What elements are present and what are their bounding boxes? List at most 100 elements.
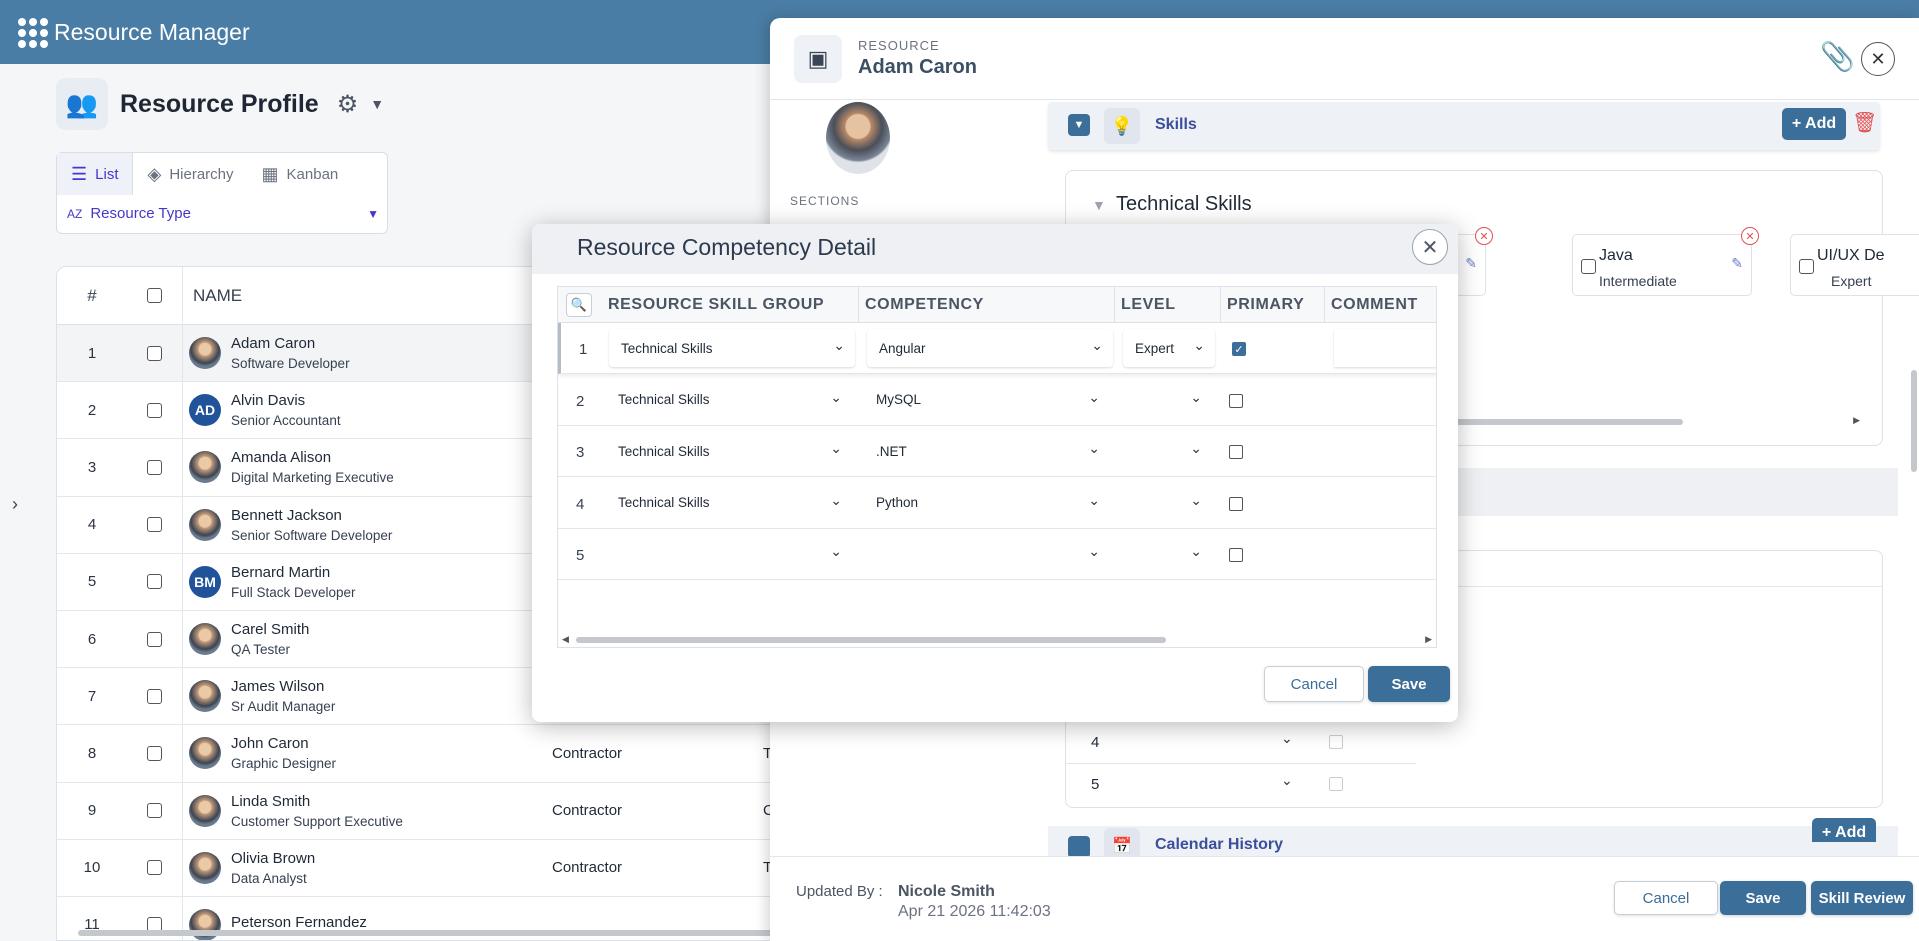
panel-vertical-scrollbar[interactable] (1909, 100, 1919, 856)
person-name: Bennett Jackson (231, 506, 342, 524)
competency-select[interactable]: MySQL ⌄ (864, 381, 1110, 419)
table-row[interactable]: 2 Technical Skills ⌄ MySQL ⌄ ⌄ (558, 375, 1436, 426)
skill-card-java[interactable]: Java Intermediate ✎ ✕ (1572, 227, 1759, 296)
search-icon[interactable]: 🔍 (566, 293, 592, 317)
person-cell[interactable]: Adam Caron Software Developer (182, 324, 548, 382)
row-checkbox[interactable] (147, 402, 162, 418)
skill-checkbox[interactable] (1799, 259, 1814, 274)
row-checkbox[interactable] (147, 459, 162, 475)
edit-icon[interactable]: ✎ (1465, 255, 1477, 272)
column-competency[interactable]: COMPETENCY (858, 287, 1114, 323)
collapse-calendar-button[interactable] (1068, 836, 1090, 856)
chevron-down-icon[interactable]: ▼ (370, 96, 384, 112)
person-cell[interactable]: Linda Smith Customer Support Executive (182, 782, 548, 840)
level-select[interactable]: Expert ⌄ (1123, 329, 1215, 367)
row-checkbox[interactable] (1329, 777, 1343, 791)
chevron-down-icon: ⌄ (1088, 543, 1100, 559)
competency-select[interactable]: ⌄ (864, 535, 1110, 573)
column-level[interactable]: LEVEL (1114, 287, 1220, 323)
table-row[interactable]: 3 Technical Skills ⌄ .NET ⌄ ⌄ (558, 426, 1436, 477)
lightbulb-icon: 💡 (1104, 108, 1140, 144)
skill-group-select[interactable]: Technical Skills ⌄ (609, 329, 855, 367)
level-select[interactable]: ⌄ (1120, 432, 1212, 470)
competency-select[interactable]: Angular ⌄ (867, 329, 1113, 367)
row-checkbox[interactable] (1329, 735, 1343, 749)
column-comment[interactable]: COMMENT (1324, 287, 1436, 323)
chevron-down-icon[interactable]: ⌄ (1281, 772, 1293, 789)
group-by-select[interactable]: AZ Resource Type ▼ (67, 205, 379, 222)
primary-checkbox[interactable] (1229, 445, 1243, 459)
remove-icon[interactable]: ✕ (1741, 227, 1759, 245)
table-row[interactable]: 5 ⌄ ⌄ ⌄ (558, 529, 1436, 580)
primary-checkbox[interactable] (1229, 496, 1243, 511)
table-row[interactable]: 8 John Caron Graphic Designer Contractor T (57, 724, 795, 783)
person-cell[interactable]: John Caron Graphic Designer (182, 724, 548, 782)
remove-icon[interactable]: ✕ (1475, 227, 1493, 245)
skill-checkbox[interactable] (1581, 259, 1596, 274)
edit-icon[interactable]: ✎ (1731, 255, 1743, 272)
skill-group-select[interactable]: Technical Skills ⌄ (606, 432, 852, 470)
person-cell[interactable]: BM Bernard Martin Full Stack Developer (182, 553, 548, 611)
select-all-checkbox[interactable] (147, 288, 162, 303)
row-checkbox[interactable] (147, 517, 162, 533)
skill-card-uiux[interactable]: UI/UX De Expert (1790, 234, 1919, 296)
close-dialog-button[interactable]: ✕ (1412, 229, 1448, 265)
panel-save-button[interactable]: Save (1720, 881, 1806, 915)
row-checkbox[interactable] (147, 745, 162, 761)
level-select[interactable]: ⌄ (1120, 535, 1212, 573)
column-skill-group[interactable]: RESOURCE SKILL GROUP (602, 287, 858, 323)
grid-horizontal-scrollbar[interactable]: ◀ ▶ (558, 633, 1436, 647)
primary-checkbox[interactable] (1229, 393, 1243, 408)
tab-hierarchy[interactable]: ◈ Hierarchy (133, 153, 247, 195)
person-cell[interactable]: AD Alvin Davis Senior Accountant (182, 381, 548, 439)
tab-list[interactable]: ☰ List (57, 153, 134, 195)
skill-group-select[interactable]: Technical Skills ⌄ (606, 484, 852, 522)
row-checkbox[interactable] (147, 631, 162, 647)
chevron-down-icon[interactable]: ⌄ (1281, 730, 1293, 747)
person-cell[interactable]: Olivia Brown Data Analyst (182, 839, 548, 897)
skill-group-select[interactable]: Technical Skills ⌄ (606, 381, 852, 419)
apps-grid-icon[interactable] (18, 18, 48, 48)
level-select[interactable]: ⌄ (1120, 381, 1212, 419)
table-row[interactable]: 10 Olivia Brown Data Analyst Contractor T (57, 839, 795, 897)
close-panel-button[interactable]: ✕ (1861, 42, 1895, 76)
competency-select[interactable]: .NET ⌄ (864, 432, 1110, 470)
calendar-icon: 📅 (1104, 828, 1140, 856)
row-checkbox[interactable] (147, 803, 162, 819)
skill-group-select[interactable]: ⌄ (606, 535, 852, 573)
row-checkbox[interactable] (147, 345, 162, 361)
table-row[interactable]: 1 Technical Skills ⌄ Angular ⌄ Expert ⌄ ✓ (558, 323, 1436, 374)
expand-sidebar-chevron-icon[interactable]: › (12, 494, 18, 515)
dialog-cancel-button[interactable]: Cancel (1264, 666, 1364, 702)
gear-icon[interactable]: ⚙ (337, 90, 359, 119)
panel-cancel-button[interactable]: Cancel (1614, 881, 1718, 915)
primary-checkbox[interactable] (1229, 548, 1243, 562)
person-name: Linda Smith (231, 792, 311, 810)
row-checkbox[interactable] (147, 860, 162, 876)
table-row[interactable]: 9 Linda Smith Customer Support Executive Co… (57, 782, 795, 840)
person-cell[interactable]: James Wilson Sr Audit Manager (182, 667, 548, 725)
person-cell[interactable]: Amanda Alison Digital Marketing Executive (182, 438, 548, 496)
primary-checkbox[interactable]: ✓ (1232, 342, 1246, 356)
person-cell[interactable]: Carel Smith QA Tester (182, 610, 548, 668)
row-checkbox[interactable] (147, 574, 162, 590)
person-cell[interactable]: Bennett Jackson Senior Software Developer (182, 496, 548, 554)
skill-review-button[interactable]: Skill Review (1811, 881, 1913, 915)
competency-select[interactable]: Python ⌄ (864, 484, 1110, 522)
caret-down-icon[interactable]: ▼ (1092, 197, 1106, 213)
trash-icon[interactable]: 🗑 (1852, 110, 1877, 135)
collapse-skills-button[interactable]: ▼ (1068, 114, 1090, 136)
column-name[interactable]: NAME (182, 267, 242, 325)
tab-kanban[interactable]: ▦ Kanban (248, 153, 353, 195)
level-select[interactable]: ⌄ (1120, 484, 1212, 522)
column-primary[interactable]: PRIMARY (1220, 287, 1324, 323)
dialog-save-button[interactable]: Save (1368, 666, 1450, 702)
paperclip-icon[interactable]: 📎 (1820, 40, 1855, 73)
person-name: Carel Smith (231, 621, 310, 639)
add-skill-button[interactable]: + Add (1782, 108, 1846, 140)
comment-input[interactable] (1334, 329, 1436, 367)
table-row[interactable]: 4 Technical Skills ⌄ Python ⌄ ⌄ (558, 478, 1436, 529)
person-role: Full Stack Developer (231, 584, 356, 600)
add-calendar-button[interactable]: + Add (1812, 818, 1876, 842)
row-checkbox[interactable] (147, 688, 162, 704)
